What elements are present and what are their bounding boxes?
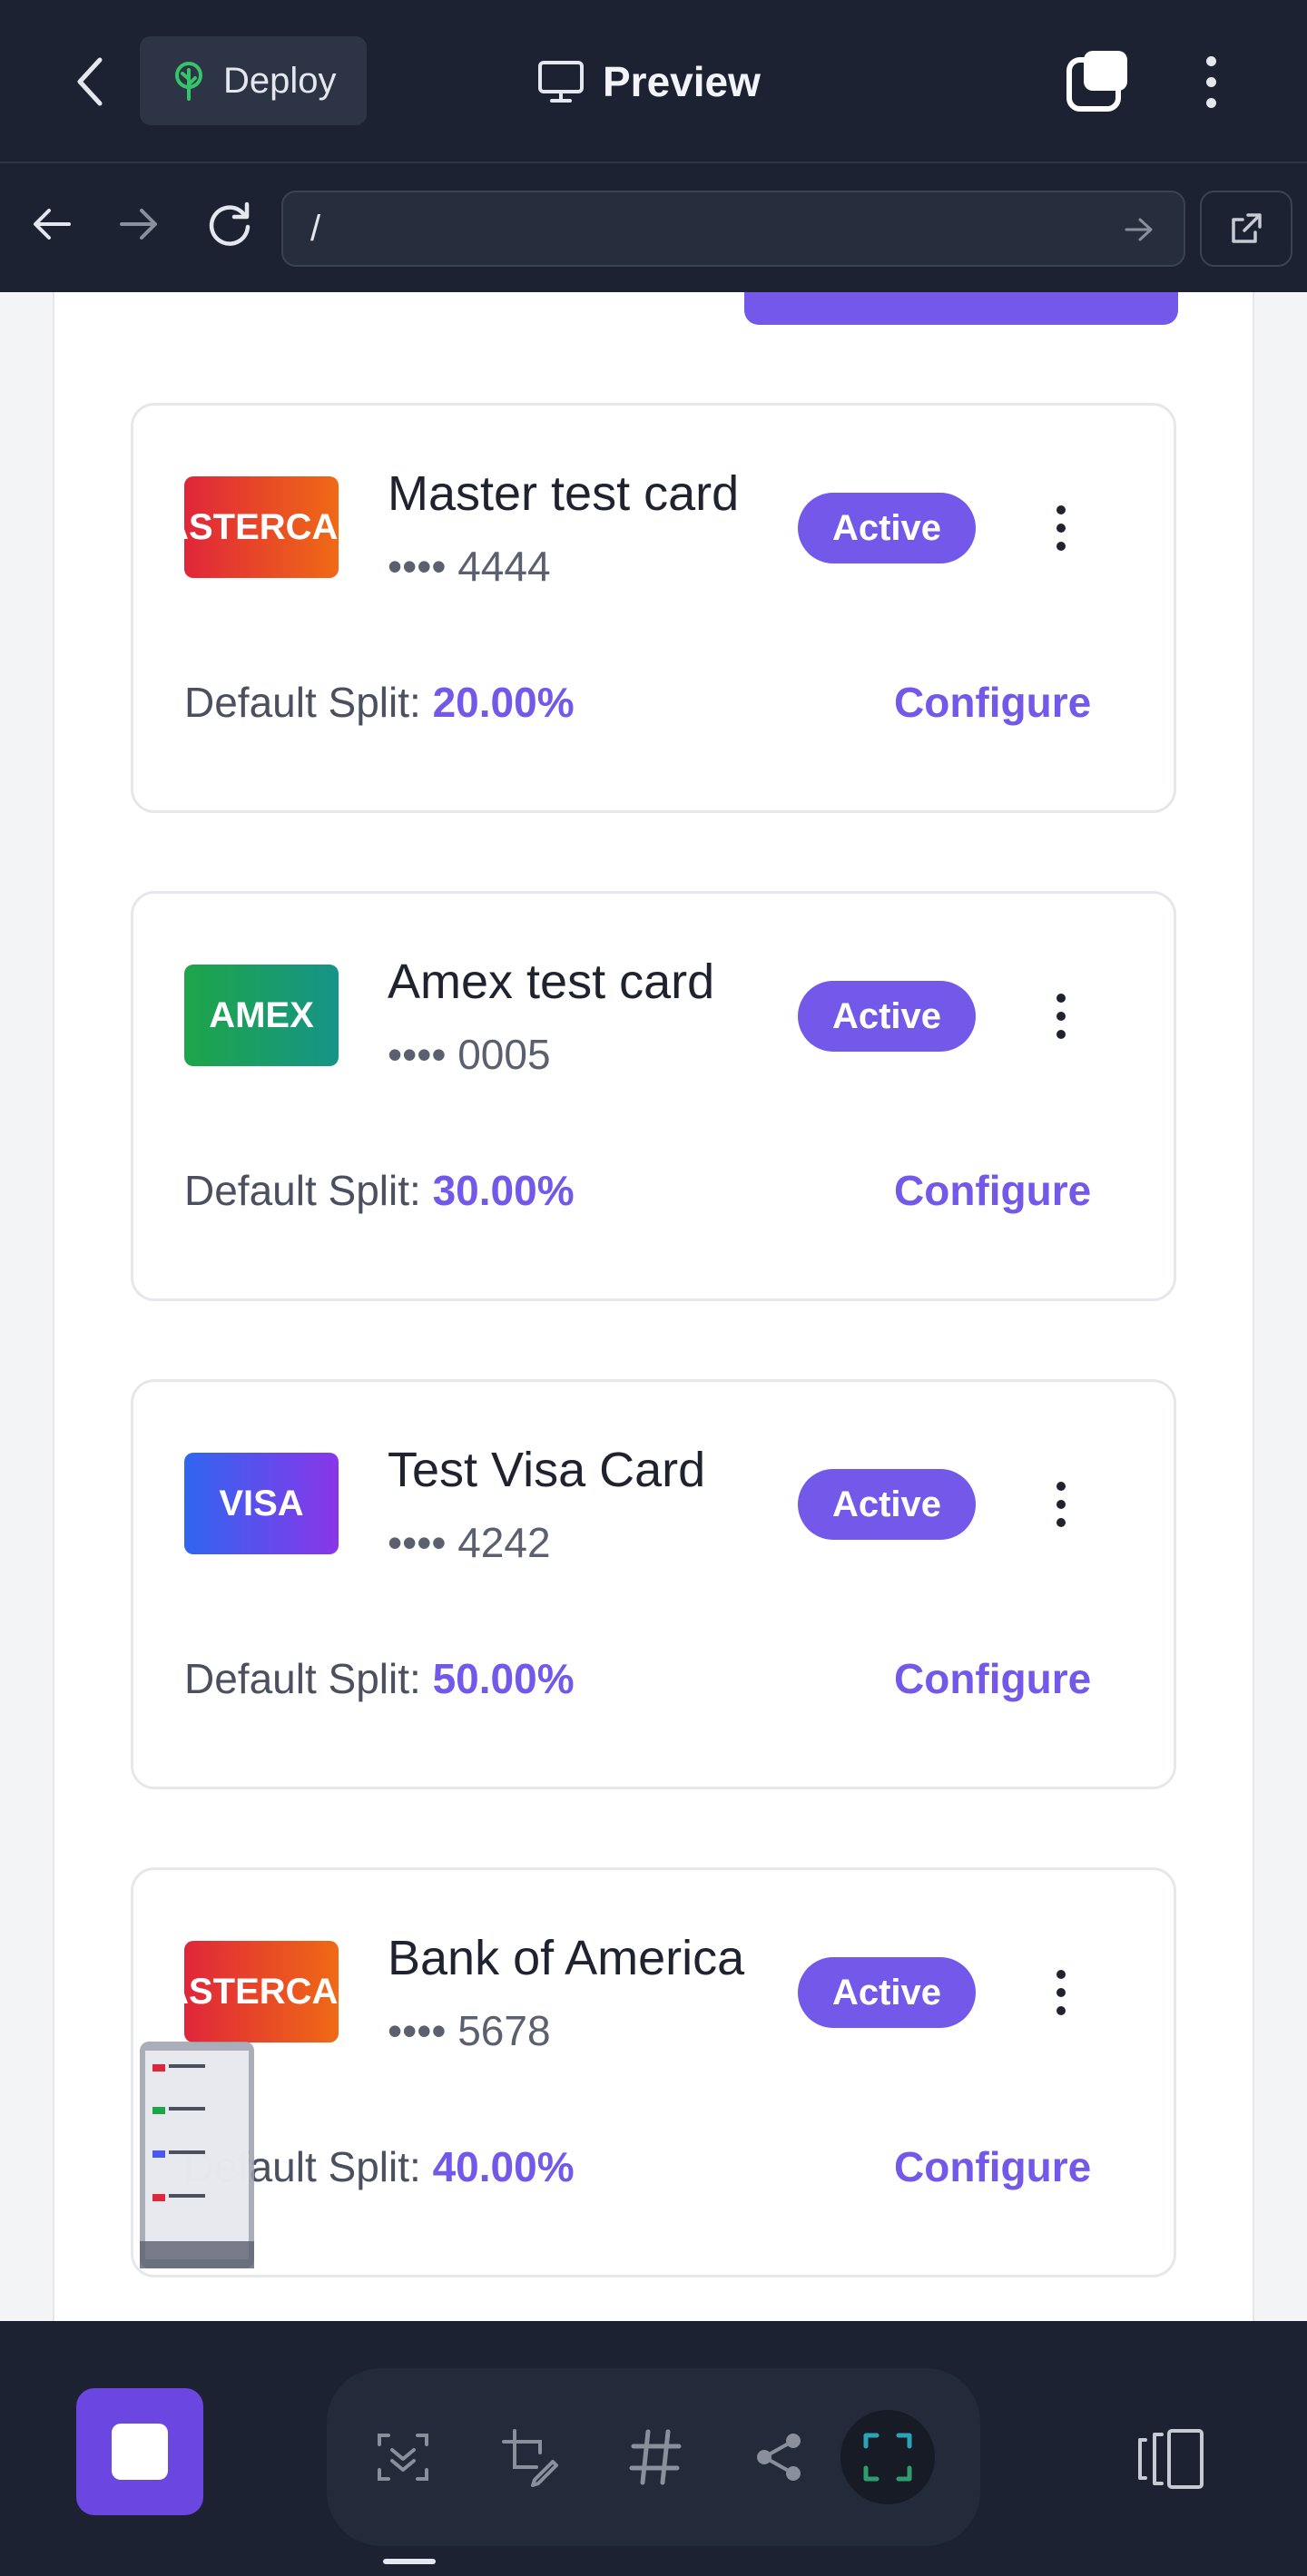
card-item: VISA Test Visa Card •••• 4242 Active Def… xyxy=(131,1379,1176,1789)
annotate-button[interactable] xyxy=(483,2410,577,2504)
nav-forward-button[interactable] xyxy=(107,192,171,256)
card-number: •••• 5678 xyxy=(388,2007,551,2054)
back-button[interactable] xyxy=(64,50,118,113)
share-icon xyxy=(757,2434,801,2481)
card-item: AMEX Amex test card •••• 0005 Active Def… xyxy=(131,891,1176,1301)
hash-icon xyxy=(629,2429,682,2485)
configure-link[interactable]: Configure xyxy=(894,1166,1091,1215)
bottom-toolbar xyxy=(0,2321,1307,2576)
browser-bar: / xyxy=(0,165,1307,292)
preview-title: Preview xyxy=(537,45,761,118)
card-name: Bank of America xyxy=(388,1931,745,1985)
thumbnail-image xyxy=(140,2042,254,2268)
more-vertical-icon[interactable] xyxy=(1041,1961,1081,2024)
status-badge: Active xyxy=(798,981,976,1052)
fullscreen-button[interactable] xyxy=(840,2410,935,2504)
tabs-button[interactable] xyxy=(1064,47,1133,116)
stop-button[interactable] xyxy=(76,2388,203,2515)
default-split: Default Split: 30.00% xyxy=(184,1167,575,1214)
split-value: 30.00% xyxy=(432,1167,575,1214)
scan-select-icon xyxy=(378,2434,428,2481)
hashtag-button[interactable] xyxy=(608,2410,703,2504)
focus-frame-icon xyxy=(863,2433,912,2482)
configure-link[interactable]: Configure xyxy=(894,2142,1091,2191)
card-name: Amex test card xyxy=(388,955,715,1009)
split-value: 50.00% xyxy=(432,1655,575,1702)
configure-link[interactable]: Configure xyxy=(894,678,1091,727)
go-button[interactable] xyxy=(1116,207,1162,252)
split-value: 40.00% xyxy=(432,2143,575,2190)
chevron-left-icon xyxy=(77,57,103,106)
select-area-button[interactable] xyxy=(356,2410,450,2504)
monitor-icon xyxy=(538,61,584,103)
app-top-bar: Deploy Preview xyxy=(0,0,1307,163)
status-badge: Active xyxy=(798,1469,976,1540)
arrow-left-icon xyxy=(34,209,71,240)
card-name: Master test card xyxy=(388,466,740,521)
status-badge: Active xyxy=(798,493,976,563)
status-badge: Active xyxy=(798,1957,976,2028)
crop-edit-icon xyxy=(502,2429,558,2487)
side-panel-icon xyxy=(1138,2429,1204,2489)
mastercard-logo: MASTERCARD xyxy=(184,476,339,578)
card-item: MASTERCARD Master test card •••• 4444 Ac… xyxy=(131,403,1176,813)
reload-icon xyxy=(209,201,251,246)
default-split: Default Split: 20.00% xyxy=(184,679,575,726)
configure-link[interactable]: Configure xyxy=(894,1654,1091,1703)
more-vertical-icon[interactable] xyxy=(1041,984,1081,1048)
reload-button[interactable] xyxy=(198,192,261,256)
open-external-button[interactable] xyxy=(1200,191,1292,267)
split-value: 20.00% xyxy=(432,679,575,726)
visa-logo: VISA xyxy=(184,1453,339,1554)
external-link-icon xyxy=(1232,213,1262,243)
amex-logo: AMEX xyxy=(184,965,339,1066)
deploy-button[interactable]: Deploy xyxy=(140,36,367,125)
tabs-icon xyxy=(1066,51,1127,112)
nav-back-button[interactable] xyxy=(20,192,84,256)
arrow-right-icon xyxy=(120,209,157,240)
url-input[interactable]: / xyxy=(281,191,1185,267)
default-split: Default Split: 50.00% xyxy=(184,1655,575,1702)
card-name: Test Visa Card xyxy=(388,1443,706,1497)
side-panel-toggle[interactable] xyxy=(1122,2412,1216,2506)
preview-label: Preview xyxy=(603,58,761,105)
stop-icon xyxy=(112,2424,168,2480)
more-vertical-icon[interactable] xyxy=(1041,496,1081,560)
deploy-label: Deploy xyxy=(223,60,337,101)
card-number: •••• 4242 xyxy=(388,1519,551,1566)
url-text: / xyxy=(310,208,321,249)
add-card-button-partial[interactable] xyxy=(744,292,1178,325)
screenshot-thumbnail[interactable] xyxy=(140,1751,254,2268)
arrow-right-icon xyxy=(1125,218,1153,241)
card-item: MASTERCARD Bank of America •••• 5678 Act… xyxy=(131,1867,1176,2277)
share-button[interactable] xyxy=(732,2410,826,2504)
card-number: •••• 4444 xyxy=(388,543,551,590)
tool-group xyxy=(327,2368,980,2546)
card-number: •••• 0005 xyxy=(388,1031,551,1078)
home-indicator xyxy=(383,2559,436,2564)
more-vertical-icon[interactable] xyxy=(1191,47,1231,116)
more-vertical-icon[interactable] xyxy=(1041,1473,1081,1536)
tree-icon xyxy=(175,62,202,101)
